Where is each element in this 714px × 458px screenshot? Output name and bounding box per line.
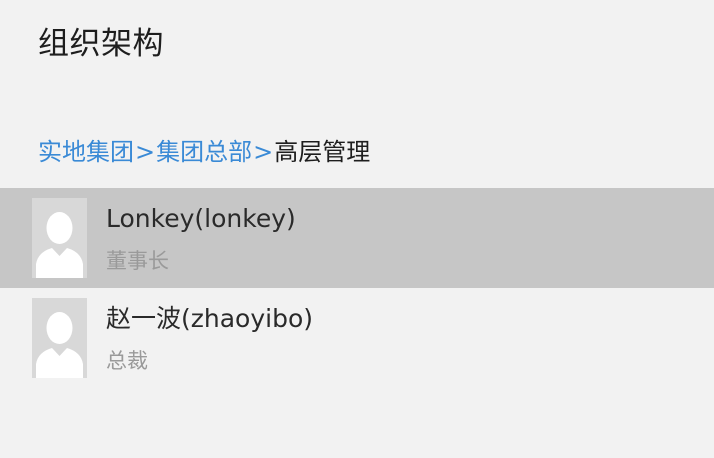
member-name: Lonkey(lonkey) — [106, 204, 296, 233]
breadcrumb-item-headquarters[interactable]: 集团总部 — [156, 138, 252, 166]
member-title: 董事长 — [106, 249, 169, 273]
person-silhouette-icon — [32, 198, 87, 278]
breadcrumb-item-group[interactable]: 实地集团 — [38, 138, 134, 166]
avatar — [32, 298, 87, 378]
member-row[interactable]: 赵一波(zhaoyibo) 总裁 — [0, 288, 714, 388]
member-name: 赵一波(zhaoyibo) — [106, 304, 313, 333]
breadcrumb: 实地集团>集团总部>高层管理 — [38, 135, 370, 169]
person-silhouette-icon — [32, 298, 87, 378]
member-title: 总裁 — [106, 349, 148, 373]
breadcrumb-separator: > — [135, 138, 156, 166]
page-title: 组织架构 — [38, 26, 164, 62]
member-row[interactable]: Lonkey(lonkey) 董事长 — [0, 188, 714, 288]
breadcrumb-item-senior-management: 高层管理 — [274, 138, 371, 166]
avatar — [32, 198, 87, 278]
breadcrumb-separator: > — [253, 138, 274, 166]
member-list: Lonkey(lonkey) 董事长 赵一波(zhaoyibo) 总裁 — [0, 188, 714, 388]
